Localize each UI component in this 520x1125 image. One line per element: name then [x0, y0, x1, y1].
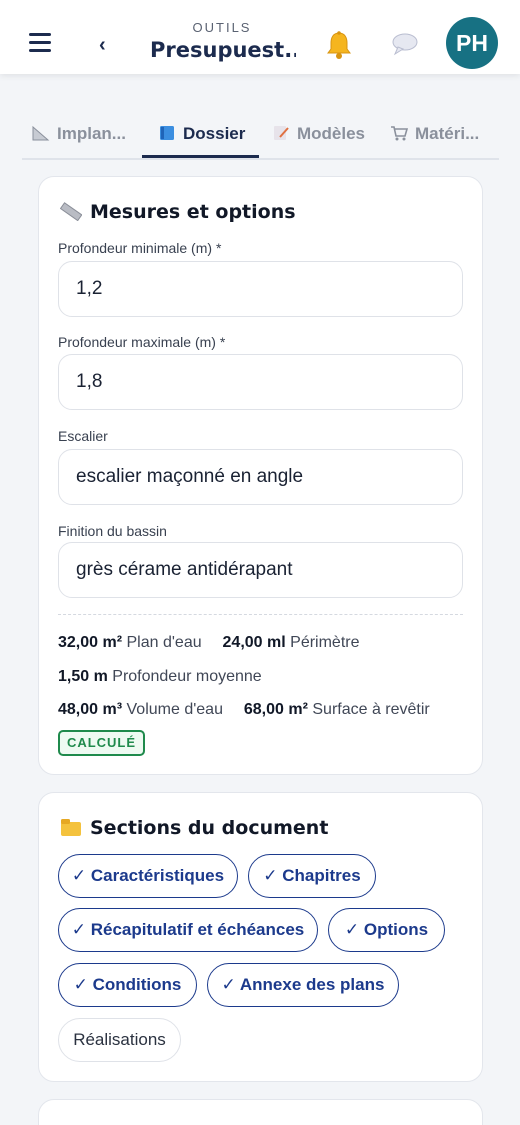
chip-conditions[interactable]: ✓ Conditions	[58, 963, 197, 1007]
metrics-row-2: 1,50 m Profondeur moyenne	[58, 668, 262, 686]
tab-dossier[interactable]: Dossier	[142, 118, 260, 158]
chevron-left-icon[interactable]: ‹	[99, 34, 106, 57]
finish-field[interactable]: grès cérame antidérapant	[58, 542, 463, 598]
blue-book-icon	[160, 126, 174, 140]
chip-caracteristiques[interactable]: ✓ Caractéristiques	[58, 854, 238, 898]
ruler-icon	[60, 202, 82, 221]
tab-bar: Implan... Dossier Modèles Matéri...	[22, 118, 499, 160]
tab-label: Matéri...	[415, 124, 480, 143]
chip-options[interactable]: ✓ Options	[328, 908, 445, 952]
tab-label: Dossier	[183, 124, 246, 143]
card-index-dividers-icon	[61, 819, 81, 836]
tab-label: Implan...	[57, 124, 126, 143]
water-area-value: 32,00 m²	[58, 634, 123, 651]
surface-label: Surface à revêtir	[312, 701, 430, 718]
chip-annexe-plans[interactable]: ✓ Annexe des plans	[207, 963, 399, 1007]
next-card	[38, 1099, 483, 1125]
ruler-triangle-icon	[32, 125, 50, 141]
bell-icon[interactable]	[325, 30, 353, 60]
app-header: ‹ OUTILS Presupuest... PH	[0, 0, 520, 74]
metrics-row-1: 32,00 m² Plan d'eau 24,00 ml Périmètre	[58, 634, 360, 652]
perimeter-value: 24,00 ml	[222, 634, 286, 651]
sections-card: Sections du document ✓ Caractéristiques …	[38, 792, 483, 1082]
tab-implantation[interactable]: Implan...	[32, 118, 126, 158]
measures-title: Mesures et options	[60, 201, 296, 223]
avg-depth-label: Profondeur moyenne	[112, 668, 262, 685]
page-title: Presupuest...	[150, 38, 296, 62]
tab-materiaux[interactable]: Matéri...	[390, 118, 479, 158]
tab-label: Modèles	[297, 124, 366, 143]
divider	[58, 614, 463, 615]
volume-value: 48,00 m³	[58, 701, 123, 718]
water-area-label: Plan d'eau	[126, 634, 202, 651]
min-depth-label: Profondeur minimale (m) *	[58, 240, 222, 256]
max-depth-field[interactable]: 1,8	[58, 354, 463, 410]
header-supertitle: OUTILS	[192, 20, 252, 35]
finish-label: Finition du bassin	[58, 523, 167, 539]
sections-title: Sections du document	[60, 817, 328, 839]
hamburger-icon[interactable]	[29, 33, 51, 53]
tab-modeles[interactable]: Modèles	[272, 118, 365, 158]
volume-label: Volume d'eau	[126, 701, 223, 718]
max-depth-label: Profondeur maximale (m) *	[58, 334, 226, 350]
avatar[interactable]: PH	[446, 17, 498, 69]
avg-depth-value: 1,50 m	[58, 668, 108, 685]
memo-icon	[274, 126, 289, 140]
chat-bubble-icon[interactable]	[391, 32, 419, 56]
stairs-label: Escalier	[58, 428, 108, 444]
stairs-field[interactable]: escalier maçonné en angle	[58, 449, 463, 505]
chip-chapitres[interactable]: ✓ Chapitres	[248, 854, 376, 898]
perimeter-label: Périmètre	[290, 634, 360, 651]
measures-card: Mesures et options Profondeur minimale (…	[38, 176, 483, 775]
chip-realisations[interactable]: Réalisations	[58, 1018, 181, 1062]
surface-value: 68,00 m²	[243, 701, 308, 718]
status-badge: CALCULÉ	[58, 730, 145, 756]
shopping-cart-icon	[391, 126, 408, 141]
chip-recapitulatif[interactable]: ✓ Récapitulatif et échéances	[58, 908, 318, 952]
metrics-row-3: 48,00 m³ Volume d'eau 68,00 m² Surface à…	[58, 701, 430, 719]
min-depth-field[interactable]: 1,2	[58, 261, 463, 317]
